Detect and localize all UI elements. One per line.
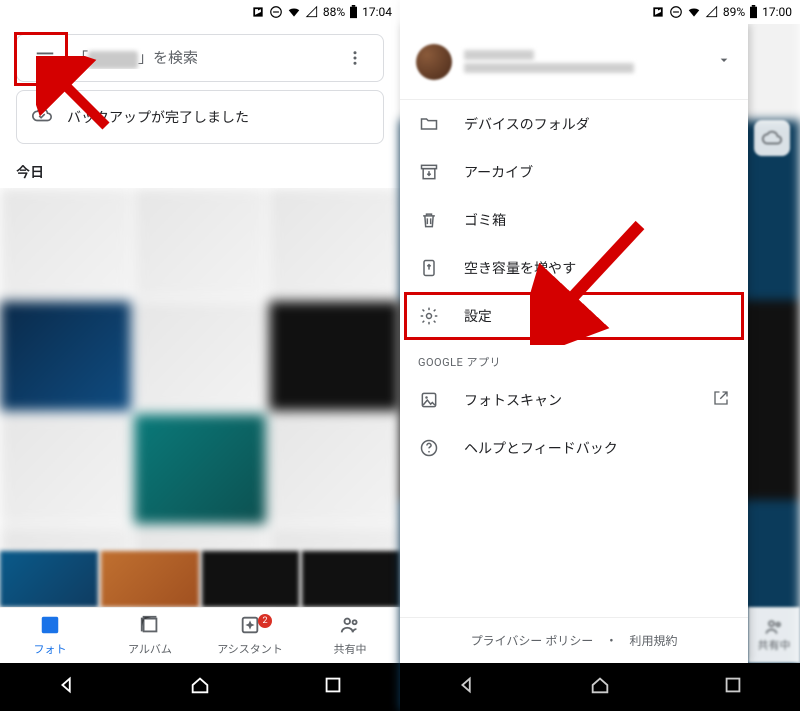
folder-icon (418, 114, 440, 134)
account-header[interactable] (400, 24, 748, 100)
drawer-settings[interactable]: 設定 (400, 292, 748, 340)
drawer-device-folders[interactable]: デバイスのフォルダ (400, 100, 748, 148)
android-nav-bar (400, 663, 800, 711)
drawer-help[interactable]: ヘルプとフィードバック (400, 424, 748, 472)
backup-status-text: バックアップが完了しました (67, 107, 249, 127)
gear-icon (418, 306, 440, 326)
search-placeholder: 「」を検索 (73, 47, 327, 68)
dnd-icon (269, 5, 283, 19)
back-button[interactable] (56, 674, 78, 700)
status-bar: 89% 17:00 (400, 0, 800, 24)
open-external-icon (712, 389, 730, 411)
back-button[interactable] (456, 674, 478, 700)
photoscan-icon (418, 390, 440, 410)
sharing-icon (339, 614, 361, 639)
bg-share-tab: 共有中 (748, 607, 800, 663)
assistant-badge: 2 (258, 614, 272, 628)
photo-grid[interactable] (0, 188, 400, 607)
hamburger-icon (34, 47, 56, 69)
privacy-link[interactable]: プライバシー ポリシー (471, 632, 594, 649)
albums-icon (139, 614, 161, 639)
recents-button[interactable] (722, 674, 744, 700)
wifi-icon (287, 5, 301, 19)
tab-sharing[interactable]: 共有中 (300, 608, 400, 663)
phone-right: 89% 17:00 デバイスのフォルダ アーカイブ (400, 0, 800, 711)
tab-assistant[interactable]: アシスタント 2 (200, 608, 300, 663)
bg-cloud-icon (754, 120, 790, 156)
signal-icon (705, 5, 719, 19)
avatar (416, 44, 452, 80)
clock-text: 17:04 (362, 5, 392, 19)
signal-icon (305, 5, 319, 19)
drawer-archive[interactable]: アーカイブ (400, 148, 748, 196)
trash-icon (418, 210, 440, 230)
status-bar: 88% 17:04 (0, 0, 400, 24)
more-vert-icon (346, 49, 364, 67)
nav-drawer: デバイスのフォルダ アーカイブ ゴミ箱 空き容量を増やす 設定 GOOGLE ア… (400, 24, 748, 663)
drawer-subhead-google: GOOGLE アプリ (400, 340, 748, 376)
android-nav-bar (0, 663, 400, 711)
dnd-icon (669, 5, 683, 19)
home-button[interactable] (189, 674, 211, 700)
tab-photos[interactable]: フォト (0, 608, 100, 663)
battery-percent: 88% (323, 5, 345, 19)
help-icon (418, 438, 440, 458)
archive-icon (418, 162, 440, 182)
hamburger-menu-button[interactable] (25, 38, 65, 78)
drawer-free-space[interactable]: 空き容量を増やす (400, 244, 748, 292)
cloud-done-icon (31, 104, 53, 130)
battery-icon (349, 5, 358, 19)
search-bar[interactable]: 「」を検索 (16, 34, 384, 82)
nfc-icon (651, 5, 665, 19)
backup-status-card[interactable]: バックアップが完了しました (16, 90, 384, 144)
bottom-nav: フォト アルバム アシスタント 2 共有中 (0, 607, 400, 663)
free-space-icon (418, 258, 440, 278)
drawer-footer: プライバシー ポリシー ・ 利用規約 (400, 617, 748, 663)
account-info-redacted (464, 47, 704, 76)
section-today: 今日 (0, 152, 400, 188)
chevron-down-icon[interactable] (716, 52, 732, 72)
wifi-icon (687, 5, 701, 19)
nfc-icon (251, 5, 265, 19)
terms-link[interactable]: 利用規約 (629, 632, 677, 649)
phone-left: 88% 17:04 「」を検索 バックアップが完了しました 今日 (0, 0, 400, 711)
home-button[interactable] (589, 674, 611, 700)
clock-text: 17:00 (762, 5, 792, 19)
redacted-text (88, 51, 138, 69)
battery-percent: 89% (723, 5, 745, 19)
tab-albums[interactable]: アルバム (100, 608, 200, 663)
more-button[interactable] (335, 38, 375, 78)
battery-icon (749, 5, 758, 19)
drawer-photoscan[interactable]: フォトスキャン (400, 376, 748, 424)
photos-icon (39, 614, 61, 639)
drawer-trash[interactable]: ゴミ箱 (400, 196, 748, 244)
recents-button[interactable] (322, 674, 344, 700)
